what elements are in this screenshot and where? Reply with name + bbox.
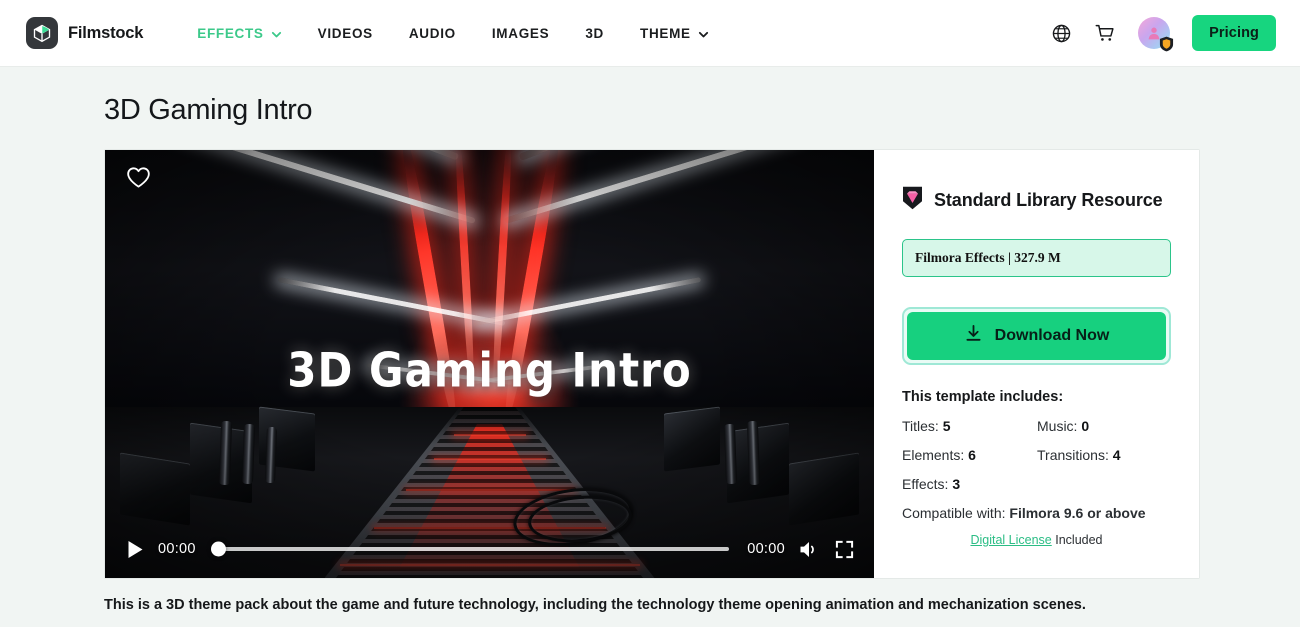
volume-icon[interactable] xyxy=(799,540,821,559)
includes-label: Transitions: xyxy=(1037,447,1109,463)
compatible-value: Filmora 9.6 or above xyxy=(1009,505,1146,521)
includes-item-effects: Effects: 3 xyxy=(902,476,1037,492)
template-description: This is a 3D theme pack about the game a… xyxy=(104,597,1086,613)
nav-label: EFFECTS xyxy=(197,25,264,41)
digital-license-link[interactable]: Digital License xyxy=(970,533,1051,547)
video-overlay-title: 3D Gaming Intro xyxy=(287,343,692,398)
player-controls: 00:00 00:00 xyxy=(105,520,874,578)
fullscreen-icon[interactable] xyxy=(835,540,854,559)
download-now-button[interactable]: Download Now xyxy=(907,312,1166,360)
nav-item-videos[interactable]: VIDEOS xyxy=(300,18,391,49)
includes-label: Titles: xyxy=(902,418,939,434)
brand-logo-link[interactable]: Filmstock xyxy=(26,17,143,49)
nav-item-theme[interactable]: THEME xyxy=(622,18,727,49)
includes-value: 0 xyxy=(1081,418,1090,434)
includes-label: Elements: xyxy=(902,447,965,463)
nav-label: THEME xyxy=(640,25,691,41)
download-icon xyxy=(964,324,983,348)
nav-label: 3D xyxy=(585,25,604,41)
duration: 00:00 xyxy=(747,541,785,557)
includes-grid: Titles: 5 Music: 0 Elements: 6 Transitio… xyxy=(902,418,1171,521)
resource-type-row: Standard Library Resource xyxy=(902,186,1171,215)
includes-item-elements: Elements: 6 xyxy=(902,447,1037,463)
current-time: 00:00 xyxy=(158,541,196,557)
nav-item-images[interactable]: IMAGES xyxy=(474,18,567,49)
brand-name: Filmstock xyxy=(68,23,144,42)
download-button-focus-ring: Download Now xyxy=(902,307,1171,365)
shield-badge-icon xyxy=(1159,36,1174,52)
content-card: 3D Gaming Intro 00:00 00:00 Standard Lib… xyxy=(104,149,1200,579)
includes-label: Effects: xyxy=(902,476,949,492)
nav-label: IMAGES xyxy=(491,25,550,41)
nav-item-3d[interactable]: 3D xyxy=(567,18,622,49)
includes-value: 5 xyxy=(942,418,951,434)
chevron-down-icon xyxy=(698,28,709,39)
resource-info-panel: Standard Library Resource Filmora Effect… xyxy=(874,150,1199,578)
main-navigation: EFFECTS VIDEOS AUDIO IMAGES 3D THEME xyxy=(179,18,727,49)
license-suffix: Included xyxy=(1055,533,1103,547)
header-actions: Pricing xyxy=(1051,15,1276,52)
avatar[interactable] xyxy=(1138,17,1174,52)
includes-value: 3 xyxy=(952,476,961,492)
pricing-button[interactable]: Pricing xyxy=(1192,15,1276,51)
page-body: 3D Gaming Intro 3D Gaming Intro 00:00 00… xyxy=(0,94,1300,613)
heart-outline-icon[interactable] xyxy=(123,162,153,192)
video-player[interactable]: 3D Gaming Intro 00:00 00:00 xyxy=(105,150,874,578)
page-title: 3D Gaming Intro xyxy=(104,94,313,126)
nav-label: AUDIO xyxy=(408,25,456,41)
nav-label: VIDEOS xyxy=(317,25,373,41)
globe-icon[interactable] xyxy=(1051,23,1072,44)
license-row: Digital License Included xyxy=(902,533,1171,547)
resource-size-box: Filmora Effects | 327.9 M xyxy=(902,239,1171,277)
filmstock-cube-logo-icon xyxy=(26,17,58,49)
gem-shield-icon xyxy=(902,186,923,215)
nav-item-audio[interactable]: AUDIO xyxy=(391,18,474,49)
progress-bar[interactable] xyxy=(210,541,730,557)
compatible-label: Compatible with: xyxy=(902,505,1006,521)
includes-label: Music: xyxy=(1037,418,1078,434)
resource-type-label: Standard Library Resource xyxy=(934,190,1163,210)
includes-item-music: Music: 0 xyxy=(1037,418,1171,434)
shopping-cart-icon[interactable] xyxy=(1094,22,1116,44)
includes-item-transitions: Transitions: 4 xyxy=(1037,447,1171,463)
download-label: Download Now xyxy=(994,327,1110,344)
includes-value: 6 xyxy=(968,447,976,463)
compatible-row: Compatible with: Filmora 9.6 or above xyxy=(902,505,1171,521)
includes-item-titles: Titles: 5 xyxy=(902,418,1037,434)
includes-value: 4 xyxy=(1112,447,1121,463)
play-icon[interactable] xyxy=(127,540,144,559)
site-header: Filmstock EFFECTS VIDEOS AUDIO IMAGES 3D… xyxy=(0,0,1300,67)
chevron-down-icon xyxy=(271,28,282,39)
nav-item-effects[interactable]: EFFECTS xyxy=(179,18,299,49)
progress-handle[interactable] xyxy=(210,541,226,557)
includes-title: This template includes: xyxy=(902,389,1064,405)
